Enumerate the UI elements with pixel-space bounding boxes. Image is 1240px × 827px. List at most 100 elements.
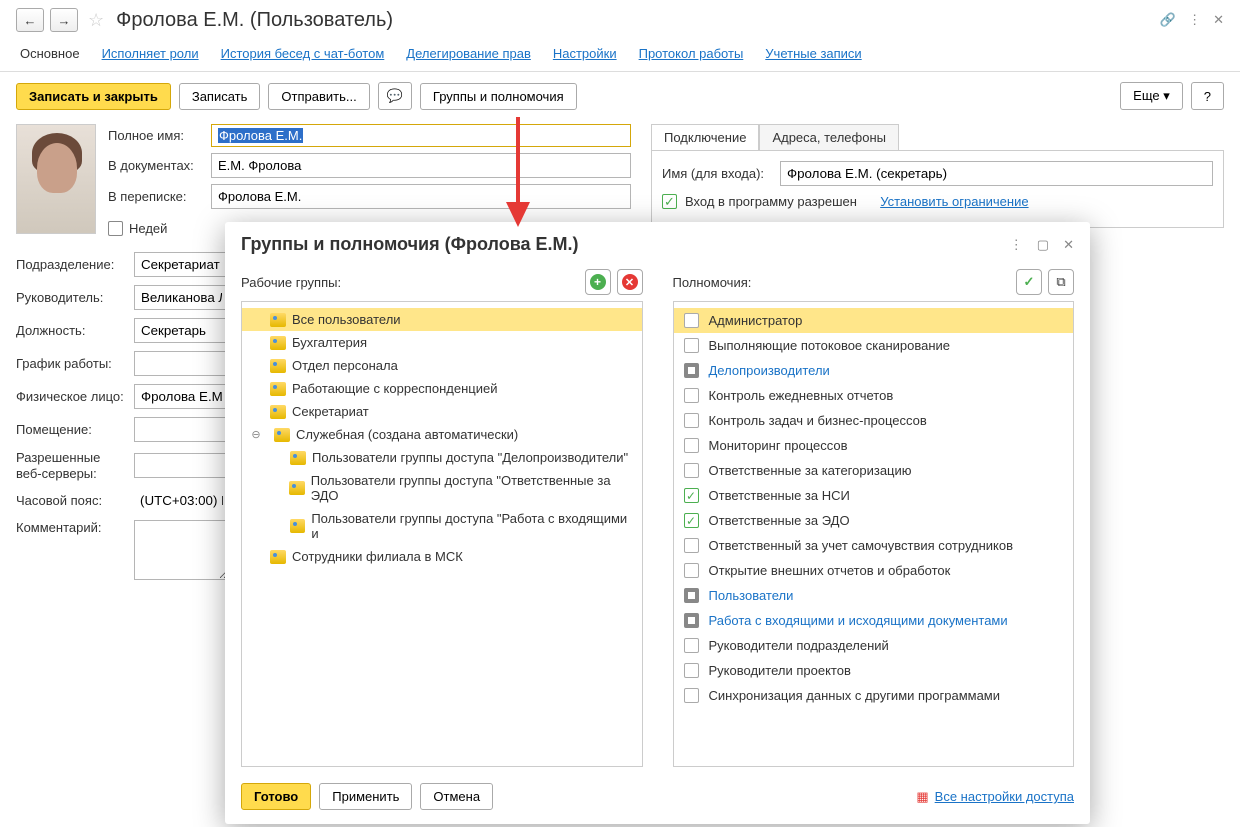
allowed-checkbox[interactable]: ✓ — [662, 194, 677, 209]
dlg-menu-icon[interactable]: ⋮ — [1010, 237, 1023, 253]
perm-item[interactable]: Контроль ежедневных отчетов — [674, 383, 1074, 408]
ptab-connection[interactable]: Подключение — [651, 124, 759, 150]
perm-item[interactable]: ✓Ответственные за НСИ — [674, 483, 1074, 508]
perms-list[interactable]: АдминистраторВыполняющие потоковое скани… — [673, 301, 1075, 767]
perm-item[interactable]: Выполняющие потоковое сканирование — [674, 333, 1074, 358]
perm-checkbox[interactable] — [684, 463, 699, 478]
send-button[interactable]: Отправить... — [268, 83, 369, 110]
group-icon — [270, 336, 286, 350]
perm-item[interactable]: Контроль задач и бизнес-процессов — [674, 408, 1074, 433]
perm-item[interactable]: Синхронизация данных с другими программа… — [674, 683, 1074, 708]
perm-checkbox[interactable] — [684, 613, 699, 628]
indocs-input[interactable] — [211, 153, 631, 178]
phys-input[interactable] — [134, 384, 229, 409]
perm-item[interactable]: Делопроизводители — [674, 358, 1074, 383]
perm-checkbox[interactable] — [684, 313, 699, 328]
all-settings-link[interactable]: Все настройки доступа — [935, 789, 1074, 804]
tree-item[interactable]: Пользователи группы доступа "Делопроизво… — [242, 446, 642, 469]
nav-back[interactable]: ← — [16, 8, 44, 32]
tab-chat[interactable]: История бесед с чат-ботом — [221, 46, 385, 61]
inchat-input[interactable] — [211, 184, 631, 209]
perm-checkbox[interactable] — [684, 438, 699, 453]
tree-item[interactable]: ⊖Служебная (создана автоматически) — [242, 423, 642, 446]
perm-checkbox[interactable]: ✓ — [684, 513, 699, 528]
perm-checkbox[interactable] — [684, 563, 699, 578]
fullname-input[interactable]: Фролова Е.М. — [211, 124, 631, 147]
tree-item[interactable]: Отдел персонала — [242, 354, 642, 377]
dlg-close-icon[interactable]: ✕ — [1063, 237, 1074, 253]
pos-input[interactable] — [134, 318, 229, 343]
groups-list[interactable]: Все пользователиБухгалтерияОтдел персона… — [241, 301, 643, 767]
tree-item[interactable]: Секретариат — [242, 400, 642, 423]
tree-item[interactable]: Пользователи группы доступа "Ответственн… — [242, 469, 642, 507]
help-button[interactable]: ? — [1191, 82, 1224, 110]
perm-item[interactable]: Ответственные за категоризацию — [674, 458, 1074, 483]
del-group-button[interactable]: ✕ — [617, 269, 643, 295]
perm-checkbox[interactable]: ✓ — [684, 488, 699, 503]
tz-label: Часовой пояс: — [16, 493, 126, 508]
tab-deleg[interactable]: Делегирование прав — [406, 46, 531, 61]
perm-item[interactable]: ✓Ответственные за ЭДО — [674, 508, 1074, 533]
tab-roles[interactable]: Исполняет роли — [102, 46, 199, 61]
perm-checkbox[interactable] — [684, 538, 699, 553]
groups-button[interactable]: Группы и полномочия — [420, 83, 577, 110]
tab-settings[interactable]: Настройки — [553, 46, 617, 61]
perm-checkbox[interactable] — [684, 388, 699, 403]
perm-item[interactable]: Администратор — [674, 308, 1074, 333]
ready-button[interactable]: Готово — [241, 783, 311, 810]
perm-checkbox[interactable] — [684, 663, 699, 678]
perm-checkbox[interactable] — [684, 588, 699, 603]
dept-label: Подразделение: — [16, 257, 126, 272]
more-button[interactable]: Еще ▾ — [1120, 82, 1183, 110]
perm-checkbox[interactable] — [684, 638, 699, 653]
inchat-label: В переписке: — [108, 189, 203, 204]
dept-input[interactable] — [134, 252, 229, 277]
link-icon[interactable]: 🔗 — [1160, 12, 1176, 28]
ptab-addresses[interactable]: Адреса, телефоны — [759, 124, 899, 150]
tab-log[interactable]: Протокол работы — [639, 46, 744, 61]
perm-item[interactable]: Руководители подразделений — [674, 633, 1074, 658]
collapse-icon[interactable]: ⊖ — [250, 428, 262, 441]
room-input[interactable] — [134, 417, 229, 442]
invalid-checkbox[interactable] — [108, 221, 123, 236]
perm-label: Руководители подразделений — [709, 638, 889, 653]
tree-item[interactable]: Работающие с корреспонденцией — [242, 377, 642, 400]
web-input[interactable] — [134, 453, 229, 478]
comment-input[interactable] — [134, 520, 229, 580]
sched-input[interactable] — [134, 351, 229, 376]
dlg-max-icon[interactable]: ▢ — [1037, 237, 1049, 253]
nav-fwd[interactable]: → — [50, 8, 78, 32]
login-input[interactable] — [780, 161, 1213, 186]
tz-input[interactable] — [134, 489, 229, 512]
perm-checkbox[interactable] — [684, 688, 699, 703]
perm-checkbox[interactable] — [684, 413, 699, 428]
perm-item[interactable]: Мониторинг процессов — [674, 433, 1074, 458]
perm-item[interactable]: Руководители проектов — [674, 658, 1074, 683]
tab-main[interactable]: Основное — [20, 46, 80, 61]
perm-checkbox[interactable] — [684, 363, 699, 378]
tree-item[interactable]: Бухгалтерия — [242, 331, 642, 354]
tree-item[interactable]: Все пользователи — [242, 308, 642, 331]
perm-item[interactable]: Работа с входящими и исходящими документ… — [674, 608, 1074, 633]
restrict-link[interactable]: Установить ограничение — [880, 194, 1028, 209]
perm-item[interactable]: Пользователи — [674, 583, 1074, 608]
save-close-button[interactable]: Записать и закрыть — [16, 83, 171, 110]
menu-icon[interactable]: ⋮ — [1188, 12, 1201, 28]
close-icon[interactable]: ✕ — [1213, 12, 1224, 28]
chat-button[interactable]: 💬 — [378, 82, 412, 110]
perm-item[interactable]: Открытие внешних отчетов и обработок — [674, 558, 1074, 583]
avatar[interactable] — [16, 124, 96, 234]
add-group-button[interactable]: + — [585, 269, 611, 295]
tree-item[interactable]: Сотрудники филиала в МСК — [242, 545, 642, 568]
mgr-input[interactable] — [134, 285, 229, 310]
tree-item[interactable]: Пользователи группы доступа "Работа с вх… — [242, 507, 642, 545]
perm-item[interactable]: Ответственный за учет самочувствия сотру… — [674, 533, 1074, 558]
perm-checkbox[interactable] — [684, 338, 699, 353]
tab-accounts[interactable]: Учетные записи — [765, 46, 861, 61]
save-button[interactable]: Записать — [179, 83, 261, 110]
apply-button[interactable]: Применить — [319, 783, 412, 810]
cancel-button[interactable]: Отмена — [420, 783, 493, 810]
check-all-button[interactable]: ✓ — [1016, 269, 1042, 295]
star-icon[interactable]: ☆ — [88, 10, 104, 31]
copy-button[interactable]: ⧉ — [1048, 269, 1074, 295]
